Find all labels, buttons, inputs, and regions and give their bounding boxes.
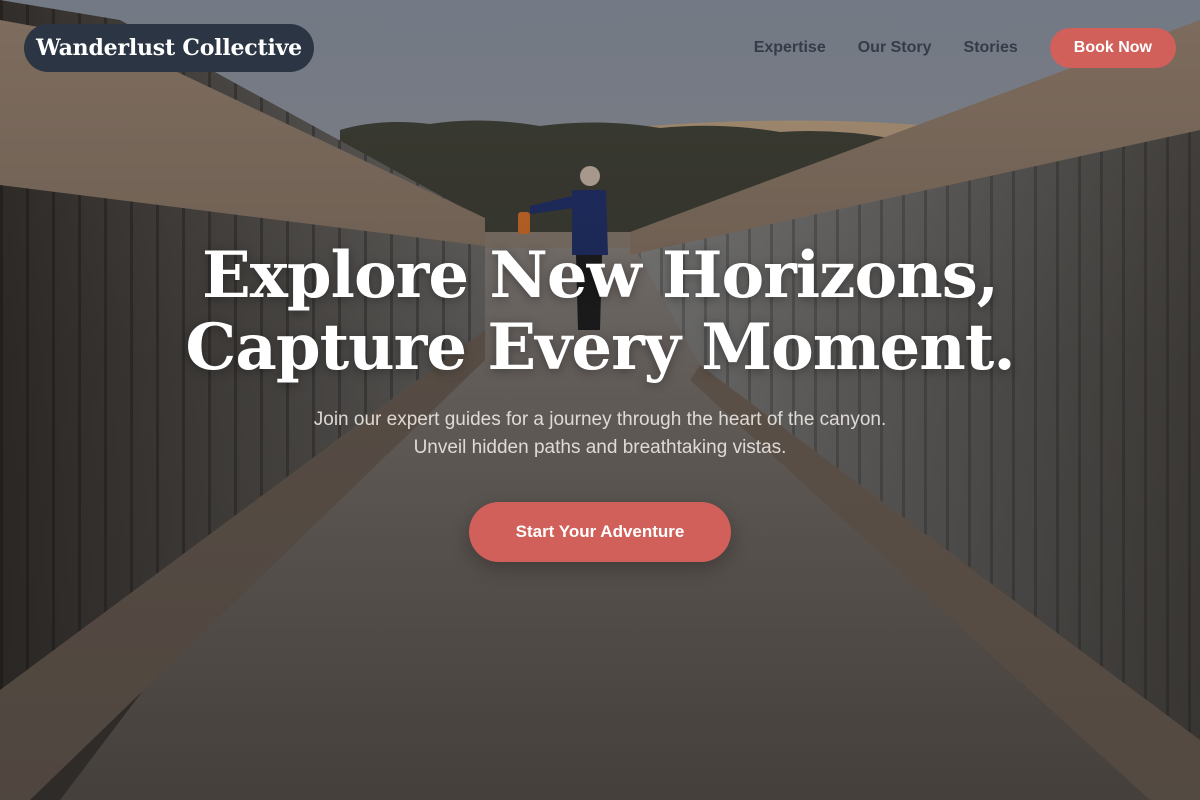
brand-logo[interactable]: Wanderlust Collective <box>24 24 314 72</box>
hero-subtitle: Join our expert guides for a journey thr… <box>0 406 1200 462</box>
hero-title-line-2: Capture Every Moment. <box>185 310 1015 385</box>
start-adventure-button[interactable]: Start Your Adventure <box>469 502 731 562</box>
hero-subtitle-line-1: Join our expert guides for a journey thr… <box>313 409 887 430</box>
hero-subtitle-line-2: Unveil hidden paths and breathtaking vis… <box>413 437 787 458</box>
hero-title: Explore New Horizons, Capture Every Mome… <box>0 240 1200 384</box>
nav-link-stories[interactable]: Stories <box>964 39 1018 57</box>
book-now-button[interactable]: Book Now <box>1049 28 1176 68</box>
main-nav: Expertise Our Story Stories Book Now <box>754 28 1176 68</box>
brand-name: Wanderlust Collective <box>36 35 302 61</box>
nav-link-our-story[interactable]: Our Story <box>858 39 932 57</box>
hero-title-line-1: Explore New Horizons, <box>201 238 999 313</box>
nav-link-expertise[interactable]: Expertise <box>754 39 826 57</box>
hero-section: Explore New Horizons, Capture Every Mome… <box>0 240 1200 462</box>
